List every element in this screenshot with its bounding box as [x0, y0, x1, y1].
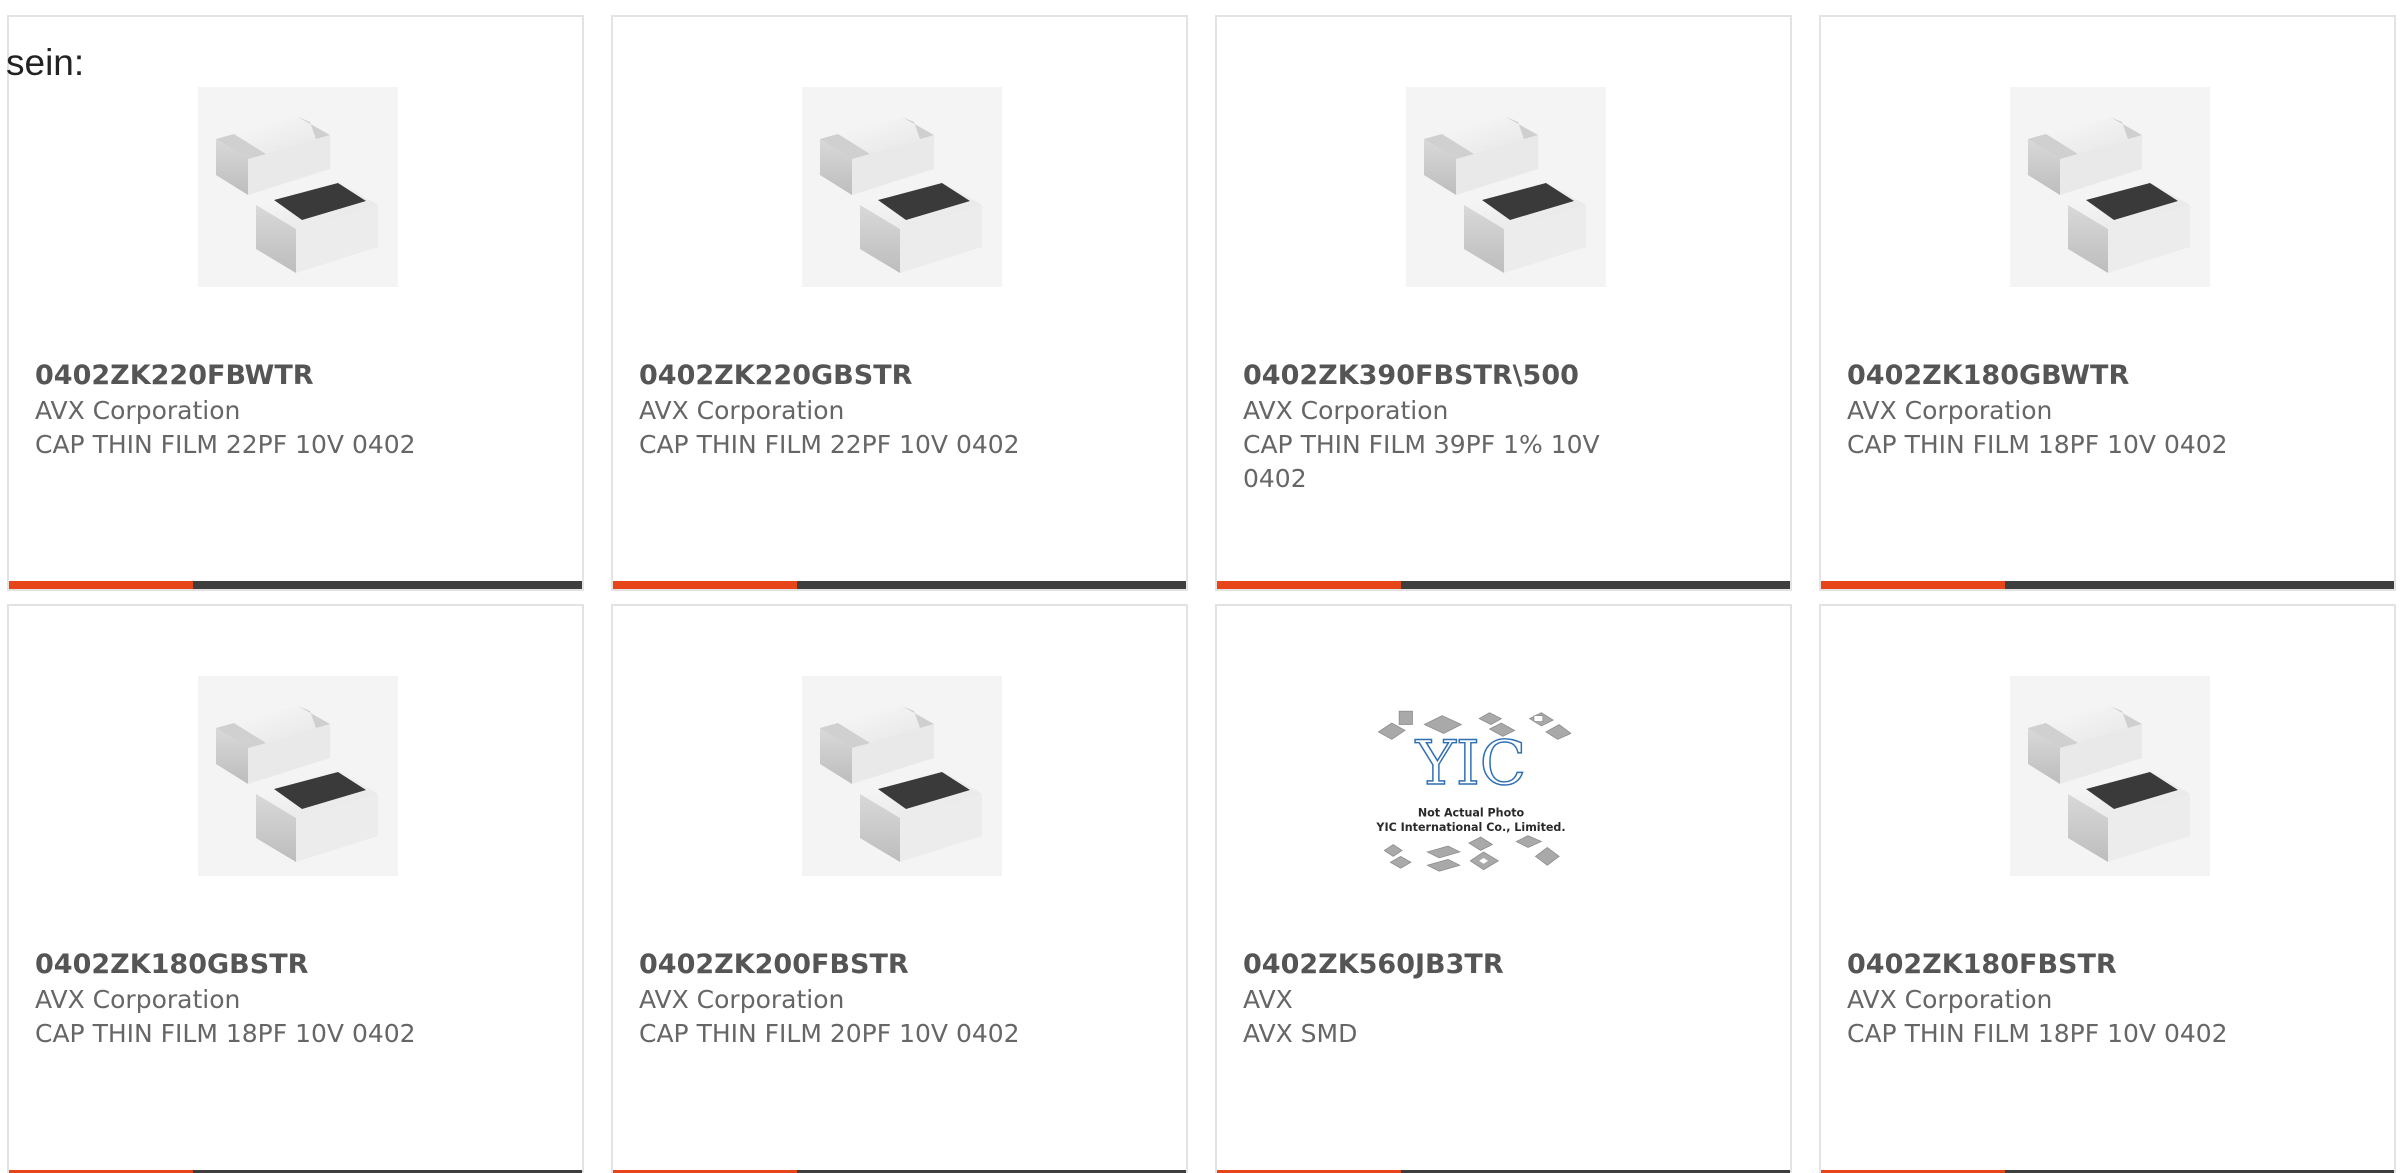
description: CAP THIN FILM 39PF 1% 10V 0402 [1243, 430, 1600, 493]
chip-capacitor-image [2010, 676, 2210, 876]
product-card[interactable]: 0402ZK220GBSTR AVX Corporation CAP THIN … [611, 15, 1188, 591]
description: AVX SMD [1243, 1019, 1358, 1048]
product-card[interactable]: YIC Not Actual Photo YIC International C… [1215, 604, 1792, 1173]
card-accent-bar [613, 581, 797, 589]
part-number[interactable]: 0402ZK180FBSTR [1847, 948, 2117, 982]
product-grid-page: sein: 0402ZK220FBWTR AVX Corporation CAP… [0, 0, 2400, 1173]
card-bottom-bar [9, 581, 582, 589]
card-accent-bar [1821, 581, 2005, 589]
product-card[interactable]: 0402ZK220FBWTR AVX Corporation CAP THIN … [7, 15, 584, 591]
description: CAP THIN FILM 22PF 10V 0402 [35, 430, 416, 459]
product-card[interactable]: 0402ZK180GBWTR AVX Corporation CAP THIN … [1819, 15, 2396, 591]
manufacturer: AVX [1243, 985, 1293, 1014]
chip-capacitor-image [802, 676, 1002, 876]
product-card[interactable]: 0402ZK390FBSTR\500 AVX Corporation CAP T… [1215, 15, 1792, 591]
placeholder-company: YIC International Co., Limited. [1375, 821, 1565, 834]
card-accent-bar [9, 581, 193, 589]
description: CAP THIN FILM 20PF 10V 0402 [639, 1019, 1020, 1048]
product-card[interactable]: 0402ZK180GBSTR AVX Corporation CAP THIN … [7, 604, 584, 1173]
placeholder-caption: Not Actual Photo [1418, 806, 1525, 819]
chip-capacitor-image [2010, 87, 2210, 287]
description: CAP THIN FILM 22PF 10V 0402 [639, 430, 1020, 459]
description: CAP THIN FILM 18PF 10V 0402 [35, 1019, 416, 1048]
card-bottom-bar [1217, 581, 1790, 589]
part-number[interactable]: 0402ZK390FBSTR\500 [1243, 359, 1579, 393]
card-bottom-bar [1821, 581, 2394, 589]
part-number[interactable]: 0402ZK220FBWTR [35, 359, 314, 393]
manufacturer: AVX Corporation [35, 985, 241, 1014]
placeholder-image: YIC Not Actual Photo YIC International C… [1371, 686, 1641, 936]
manufacturer: AVX Corporation [639, 396, 845, 425]
chip-capacitor-image [198, 676, 398, 876]
product-card[interactable]: 0402ZK180FBSTR AVX Corporation CAP THIN … [1819, 604, 2396, 1173]
part-number[interactable]: 0402ZK560JB3TR [1243, 948, 1504, 982]
card-accent-bar [1217, 581, 1401, 589]
description: CAP THIN FILM 18PF 10V 0402 [1847, 430, 2228, 459]
part-number[interactable]: 0402ZK180GBWTR [1847, 359, 2129, 393]
manufacturer: AVX Corporation [639, 985, 845, 1014]
manufacturer: AVX Corporation [35, 396, 241, 425]
placeholder-logo: YIC [1415, 729, 1527, 799]
manufacturer: AVX Corporation [1243, 396, 1449, 425]
part-number[interactable]: 0402ZK200FBSTR [639, 948, 909, 982]
part-number[interactable]: 0402ZK220GBSTR [639, 359, 912, 393]
manufacturer: AVX Corporation [1847, 985, 2053, 1014]
part-number[interactable]: 0402ZK180GBSTR [35, 948, 308, 982]
product-card[interactable]: 0402ZK200FBSTR AVX Corporation CAP THIN … [611, 604, 1188, 1173]
chip-capacitor-image [198, 87, 398, 287]
overflow-heading-fragment: sein: [6, 42, 85, 83]
card-bottom-bar [613, 581, 1186, 589]
manufacturer: AVX Corporation [1847, 396, 2053, 425]
description: CAP THIN FILM 18PF 10V 0402 [1847, 1019, 2228, 1048]
chip-capacitor-image [802, 87, 1002, 287]
chip-capacitor-image [1406, 87, 1606, 287]
